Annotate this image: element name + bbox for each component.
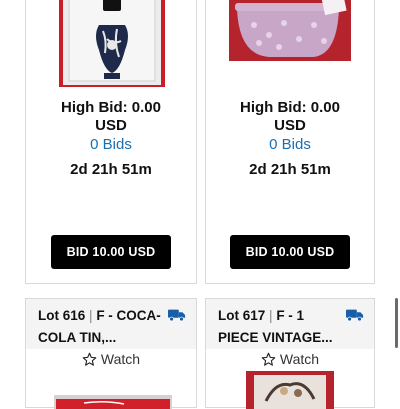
- bid-button[interactable]: BID 10.00 USD: [51, 235, 171, 269]
- star-outline-icon: [82, 352, 97, 366]
- lot-image-vintage-piece[interactable]: [246, 371, 334, 409]
- lot-card[interactable]: Lot 616 | F - COCA-COLA TIN,... Watch: [25, 298, 197, 409]
- lot-image-coca-cola-tin[interactable]: [54, 395, 172, 409]
- watch-button[interactable]: Watch: [206, 351, 374, 367]
- truck-icon: [346, 309, 364, 322]
- truck-icon: [168, 309, 186, 322]
- separator: |: [89, 308, 93, 323]
- watch-button[interactable]: Watch: [26, 351, 196, 367]
- lot-card[interactable]: Lot 617 | F - 1 PIECE VINTAGE... Watch: [205, 298, 375, 409]
- time-remaining: 2d 21h 51m: [70, 161, 152, 178]
- high-bid-label: High Bid: 0.00 USD: [239, 99, 340, 134]
- lot-image-blue-white-vase[interactable]: [59, 0, 165, 87]
- separator: |: [269, 308, 273, 323]
- high-bid-label: High Bid: 0.00 USD: [60, 99, 161, 134]
- lot-card[interactable]: High Bid: 0.00 USD 0 Bids 2d 21h 51m BID…: [25, 0, 197, 284]
- star-outline-icon: [261, 352, 276, 366]
- bid-button[interactable]: BID 10.00 USD: [230, 235, 350, 269]
- lot-title[interactable]: Lot 617 | F - 1 PIECE VINTAGE...: [218, 305, 348, 349]
- lot-header[interactable]: Lot 616 | F - COCA-COLA TIN,...: [26, 299, 196, 349]
- watch-label: Watch: [100, 351, 141, 367]
- lot-image-beaded-purse[interactable]: [229, 0, 351, 61]
- lot-card[interactable]: High Bid: 0.00 USD 0 Bids 2d 21h 51m BID…: [205, 0, 375, 284]
- bid-count-link[interactable]: 0 Bids: [206, 136, 374, 153]
- scrollbar[interactable]: [395, 298, 398, 348]
- lot-header[interactable]: Lot 617 | F - 1 PIECE VINTAGE...: [206, 299, 374, 349]
- watch-label: Watch: [279, 351, 320, 367]
- lot-number: Lot 617: [218, 308, 266, 323]
- lot-title[interactable]: Lot 616 | F - COCA-COLA TIN,...: [38, 305, 163, 349]
- bid-count-link[interactable]: 0 Bids: [26, 136, 196, 153]
- time-remaining: 2d 21h 51m: [249, 161, 331, 178]
- lot-number: Lot 616: [38, 308, 86, 323]
